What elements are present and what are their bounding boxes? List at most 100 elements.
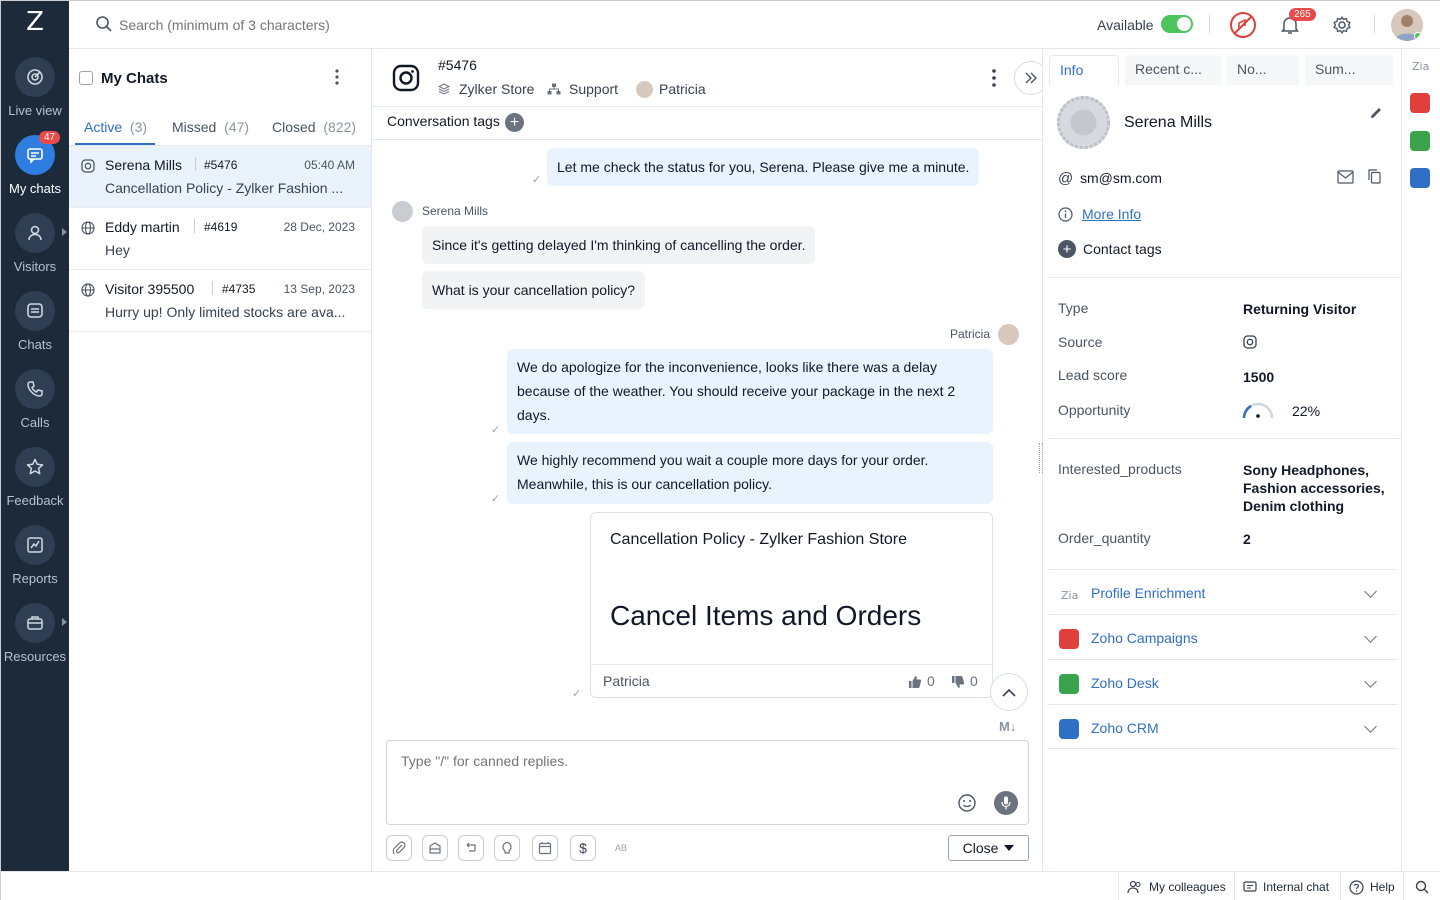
nav-item-reports[interactable]: Reports bbox=[1, 525, 69, 603]
nav-item-feedback[interactable]: Feedback bbox=[1, 447, 69, 525]
chat-row[interactable]: Visitor 395500 #4735 13 Sep, 2023 Hurry … bbox=[69, 270, 371, 332]
select-all-checkbox[interactable] bbox=[79, 71, 93, 85]
nav-item-my-chats[interactable]: 47 My chats bbox=[1, 131, 69, 213]
thumbs-down-icon[interactable] bbox=[951, 675, 965, 689]
message-composer[interactable] bbox=[386, 740, 1029, 825]
nav-item-live-view[interactable]: Live view bbox=[1, 57, 69, 135]
help-button[interactable]: Help bbox=[1340, 872, 1403, 900]
crm-icon[interactable] bbox=[1410, 168, 1430, 188]
microphone-icon[interactable] bbox=[994, 791, 1018, 815]
lightbulb-icon[interactable] bbox=[494, 835, 520, 861]
transfer-icon[interactable] bbox=[458, 835, 484, 861]
tab-notes[interactable]: No... bbox=[1227, 55, 1299, 85]
top-bar: Available 265 bbox=[69, 1, 1440, 49]
more-options-icon[interactable] bbox=[992, 69, 996, 87]
divider bbox=[372, 106, 1042, 107]
desk-icon bbox=[1059, 674, 1079, 694]
field-label: Order_quantity bbox=[1058, 530, 1151, 546]
reports-icon bbox=[15, 525, 55, 565]
campaigns-icon bbox=[1059, 629, 1079, 649]
tab-summary[interactable]: Sum... bbox=[1305, 55, 1393, 85]
checkmark-icon: ✓ bbox=[491, 493, 501, 505]
field-label: Interested_products bbox=[1058, 461, 1182, 477]
pencil-icon[interactable] bbox=[1369, 106, 1383, 120]
article-heading: Cancel Items and Orders bbox=[610, 600, 922, 631]
field-label: Opportunity bbox=[1058, 402, 1131, 418]
info-icon bbox=[1058, 207, 1073, 222]
contact-tags-label[interactable]: Contact tags bbox=[1083, 241, 1162, 257]
visitor-info-panel: Info Recent c... No... Sum... Serena Mil… bbox=[1042, 49, 1401, 871]
more-options-icon[interactable] bbox=[335, 69, 339, 85]
nav-item-resources[interactable]: Resources bbox=[1, 603, 69, 681]
resize-handle[interactable] bbox=[1039, 443, 1043, 473]
conversation-tags-label: Conversation tags bbox=[387, 113, 500, 129]
spellcheck-icon[interactable]: AB bbox=[608, 835, 634, 861]
svg-text:Zia: Zia bbox=[1061, 589, 1078, 602]
do-not-disturb-icon[interactable] bbox=[1229, 11, 1257, 39]
more-info-link[interactable]: More Info bbox=[1082, 206, 1141, 222]
internal-chat-button[interactable]: Internal chat bbox=[1234, 872, 1340, 900]
search-icon[interactable] bbox=[1403, 872, 1440, 900]
nav-item-chats[interactable]: Chats bbox=[1, 291, 69, 369]
tab-missed[interactable]: Missed (47) bbox=[172, 119, 249, 135]
instagram-icon bbox=[392, 64, 420, 92]
chevron-down-icon bbox=[1364, 720, 1377, 733]
checkmark-icon: ✓ bbox=[491, 424, 501, 436]
search-input[interactable] bbox=[119, 11, 619, 39]
field-label: Source bbox=[1058, 334, 1103, 350]
like-count: 0 bbox=[927, 673, 935, 689]
integration-profile-enrichment[interactable]: Zia Profile Enrichment bbox=[1047, 569, 1397, 614]
nav-item-visitors[interactable]: Visitors bbox=[1, 213, 69, 291]
phone-icon bbox=[15, 369, 55, 409]
chevron-down-icon bbox=[1364, 585, 1377, 598]
desk-icon[interactable] bbox=[1410, 131, 1430, 151]
close-chat-button[interactable]: Close bbox=[948, 835, 1029, 861]
copy-icon[interactable] bbox=[1368, 169, 1381, 184]
expand-arrow-icon bbox=[62, 618, 67, 626]
emoji-icon[interactable] bbox=[957, 793, 977, 813]
canned-response-icon[interactable] bbox=[422, 835, 448, 861]
article-card[interactable]: Cancellation Policy - Zylker Fashion Sto… bbox=[590, 512, 993, 698]
bottom-bar: My colleagues Internal chat Help bbox=[1, 871, 1440, 900]
thumbs-up-icon[interactable] bbox=[908, 675, 922, 689]
chat-row[interactable]: Eddy martin #4619 28 Dec, 2023 Hey bbox=[69, 208, 371, 270]
left-navigation: Z Live view 47 My chats Visitors Chats C… bbox=[1, 1, 69, 871]
message-input[interactable] bbox=[401, 753, 941, 793]
agent-avatar bbox=[998, 324, 1019, 345]
field-value: Returning Visitor bbox=[1243, 301, 1357, 317]
article-author: Patricia bbox=[603, 673, 650, 689]
nav-item-calls[interactable]: Calls bbox=[1, 369, 69, 447]
markdown-icon[interactable]: M↓ bbox=[999, 719, 1016, 734]
tab-recent-chats[interactable]: Recent c... bbox=[1125, 55, 1221, 85]
my-colleagues-button[interactable]: My colleagues bbox=[1118, 872, 1234, 900]
app-logo: Z bbox=[26, 7, 44, 37]
caret-down-icon bbox=[1004, 845, 1015, 851]
crm-icon bbox=[1059, 719, 1079, 739]
integration-zoho-campaigns[interactable]: Zoho Campaigns bbox=[1047, 614, 1397, 659]
availability-toggle[interactable] bbox=[1161, 15, 1193, 33]
chat-row[interactable]: Serena Mills #5476 05:40 AM Cancellation… bbox=[69, 146, 371, 208]
add-tag-button[interactable]: + bbox=[505, 113, 524, 132]
add-contact-tag-icon[interactable]: + bbox=[1058, 240, 1076, 258]
notification-badge: 265 bbox=[1289, 8, 1316, 21]
integration-zoho-crm[interactable]: Zoho CRM bbox=[1047, 704, 1397, 749]
calendar-icon[interactable] bbox=[532, 835, 558, 861]
scroll-up-button[interactable] bbox=[990, 673, 1028, 711]
integration-zoho-desk[interactable]: Zoho Desk bbox=[1047, 659, 1397, 704]
expand-arrow-icon bbox=[62, 228, 67, 236]
user-icon bbox=[15, 213, 55, 253]
gear-icon[interactable] bbox=[1332, 15, 1352, 35]
zia-icon[interactable]: Zia bbox=[1411, 59, 1431, 73]
field-value: 22% bbox=[1292, 403, 1321, 419]
tab-closed[interactable]: Closed (822) bbox=[272, 119, 356, 135]
tab-active[interactable]: Active (3) bbox=[84, 119, 147, 135]
conversation-id: #5476 bbox=[438, 57, 477, 73]
mail-icon[interactable] bbox=[1337, 170, 1354, 184]
avatar[interactable] bbox=[1391, 9, 1423, 41]
attachment-icon[interactable] bbox=[386, 835, 412, 861]
article-title: Cancellation Policy - Zylker Fashion Sto… bbox=[610, 531, 908, 548]
visitor-name: Serena Mills bbox=[1124, 114, 1213, 131]
tab-info[interactable]: Info bbox=[1049, 55, 1119, 85]
campaigns-icon[interactable] bbox=[1410, 93, 1430, 113]
payment-icon[interactable]: $ bbox=[570, 835, 596, 861]
